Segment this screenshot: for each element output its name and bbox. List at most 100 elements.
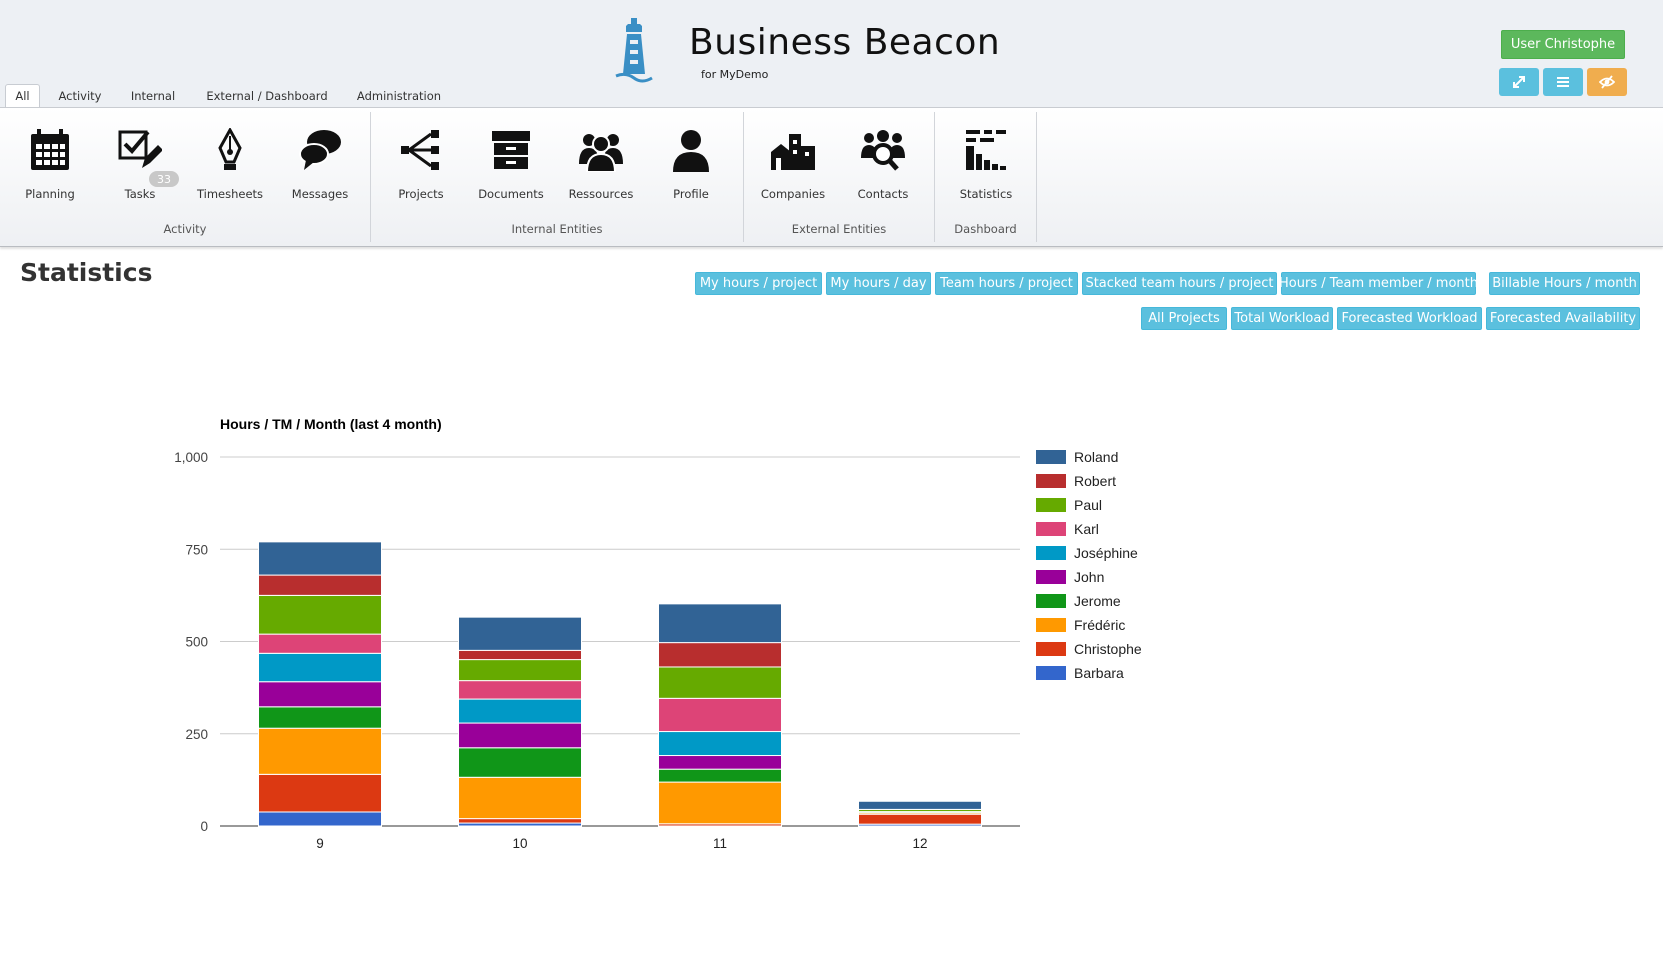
x-tick-label: 11 (713, 836, 727, 851)
legend-label[interactable]: Robert (1074, 473, 1116, 489)
ribbon-item-documents[interactable]: Documents (466, 128, 556, 208)
person-icon (673, 130, 709, 172)
chart-title: Hours / TM / Month (last 4 month) (220, 416, 442, 432)
ribbon-item-contacts[interactable]: Contacts (838, 128, 928, 208)
bar-segment-robert-11[interactable] (658, 642, 782, 668)
ribbon-item-planning[interactable]: Planning (5, 128, 95, 208)
hours-team-member-month-button[interactable]: Hours / Team member / month (1279, 272, 1478, 295)
bar-segment-jerome-9[interactable] (258, 706, 382, 729)
ribbon-item-tasks[interactable]: 33 Tasks (95, 128, 185, 208)
bar-segment-christophe-9[interactable] (258, 773, 382, 813)
bar-segment-frédéric-9[interactable] (258, 727, 382, 775)
ribbon-item-statistics[interactable]: Statistics (941, 128, 1031, 208)
y-tick-label: 0 (200, 819, 208, 834)
legend-label[interactable]: John (1074, 569, 1104, 585)
legend-label[interactable]: Christophe (1074, 641, 1142, 657)
hours-per-member-chart: Hours / TM / Month (last 4 month) 0 250 50… (174, 416, 1142, 851)
buildings-icon (771, 134, 815, 170)
tab-internal[interactable]: Internal (120, 84, 186, 107)
bar-segment-joséphine-11[interactable] (658, 731, 782, 757)
bar-segment-frédéric-11[interactable] (658, 781, 782, 825)
bar-segment-roland-10[interactable] (458, 616, 582, 651)
legend-label[interactable]: Jerome (1074, 593, 1121, 609)
ribbon-group-activity: Planning 33 Tasks Timesheets Messages Ac… (0, 112, 371, 242)
ribbon-group-external: Companies Contacts External Entities (744, 112, 935, 242)
x-tick-label: 10 (512, 836, 527, 851)
pen-nib-icon (218, 128, 242, 170)
bar-segment-christophe-12[interactable] (858, 813, 982, 825)
ribbon-item-companies[interactable]: Companies (748, 128, 838, 208)
user-button[interactable]: User Christophe (1501, 30, 1625, 59)
ribbon-item-projects[interactable]: Projects (376, 128, 466, 208)
bar-segment-john-10[interactable] (458, 722, 582, 749)
menu-button[interactable] (1543, 68, 1583, 96)
all-projects-button[interactable]: All Projects (1141, 307, 1227, 330)
ribbon-item-timesheets[interactable]: Timesheets (185, 128, 275, 208)
tab-activity[interactable]: Activity (50, 84, 110, 107)
legend-label[interactable]: Frédéric (1074, 617, 1125, 633)
lighthouse-logo[interactable] (614, 16, 654, 86)
tasks-icon (118, 130, 162, 168)
contact-search-icon (861, 130, 905, 171)
bar-segment-karl-11[interactable] (658, 697, 782, 733)
bar-segment-jerome-11[interactable] (658, 768, 782, 783)
bar-segment-john-11[interactable] (658, 755, 782, 770)
group-label: Activity (163, 222, 207, 236)
visibility-button[interactable] (1587, 68, 1627, 96)
ribbon-item-ressources[interactable]: Ressources (556, 128, 646, 208)
bar-segment-barbara-9[interactable] (258, 811, 382, 827)
tab-administration[interactable]: Administration (350, 84, 448, 107)
team-hours-project-button[interactable]: Team hours / project (935, 272, 1078, 295)
ribbon-item-messages[interactable]: Messages (275, 128, 365, 208)
bar-segment-roland-9[interactable] (258, 541, 382, 576)
bar-segment-paul-10[interactable] (458, 659, 582, 682)
group-label: Internal Entities (511, 222, 603, 236)
ribbon-item-label: Documents (478, 187, 544, 201)
legend-label[interactable]: Joséphine (1074, 545, 1138, 561)
bar-segment-paul-9[interactable] (258, 594, 382, 635)
bar-segment-jerome-10[interactable] (458, 747, 582, 778)
bar-segment-christophe-10[interactable] (458, 818, 582, 824)
bar-segment-joséphine-10[interactable] (458, 698, 582, 724)
bar-segment-roland-11[interactable] (658, 603, 782, 644)
legend-label[interactable]: Karl (1074, 521, 1099, 537)
ribbon-group-dashboard: Statistics Dashboard (935, 112, 1037, 242)
chart-legend: Roland Robert Paul Karl Joséphine John Jerome F… (1036, 449, 1142, 681)
stacked-team-hours-project-button[interactable]: Stacked team hours / project (1082, 272, 1277, 295)
calendar-icon (31, 129, 69, 170)
legend-label[interactable]: Barbara (1074, 665, 1124, 681)
bar-segment-robert-10[interactable] (458, 649, 582, 661)
forecasted-availability-button[interactable]: Forecasted Availability (1486, 307, 1640, 330)
ribbon-item-profile[interactable]: Profile (646, 128, 736, 208)
bar-segment-robert-9[interactable] (258, 574, 382, 596)
expand-button[interactable] (1499, 68, 1539, 96)
legend-swatch (1036, 546, 1066, 560)
billable-hours-month-button[interactable]: Billable Hours / month (1489, 272, 1640, 295)
bar-segment-frédéric-10[interactable] (458, 776, 582, 820)
tree-icon (401, 130, 439, 170)
tab-external-dashboard[interactable]: External / Dashboard (198, 84, 336, 107)
bar-segment-karl-10[interactable] (458, 680, 582, 700)
header: Business Beacon for MyDemo User Christop… (0, 0, 1663, 107)
chart-x-labels: 9 10 11 12 (316, 836, 927, 851)
my-hours-project-button[interactable]: My hours / project (695, 272, 822, 295)
group-icon (579, 134, 623, 172)
my-hours-day-button[interactable]: My hours / day (826, 272, 931, 295)
x-tick-label: 9 (316, 836, 324, 851)
archive-icon (492, 131, 530, 169)
expand-icon (1513, 76, 1525, 88)
tab-all[interactable]: All (5, 84, 40, 107)
legend-swatch (1036, 594, 1066, 608)
x-tick-label: 12 (912, 836, 927, 851)
legend-label[interactable]: Paul (1074, 497, 1102, 513)
legend-label[interactable]: Roland (1074, 449, 1118, 465)
y-tick-label: 750 (185, 542, 208, 557)
legend-swatch (1036, 618, 1066, 632)
bar-segment-karl-9[interactable] (258, 633, 382, 654)
bar-segment-john-9[interactable] (258, 681, 382, 708)
total-workload-button[interactable]: Total Workload (1231, 307, 1333, 330)
bar-segment-roland-12[interactable] (858, 800, 982, 810)
forecasted-workload-button[interactable]: Forecasted Workload (1337, 307, 1482, 330)
bar-segment-paul-11[interactable] (658, 666, 782, 699)
bar-segment-joséphine-9[interactable] (258, 652, 382, 683)
